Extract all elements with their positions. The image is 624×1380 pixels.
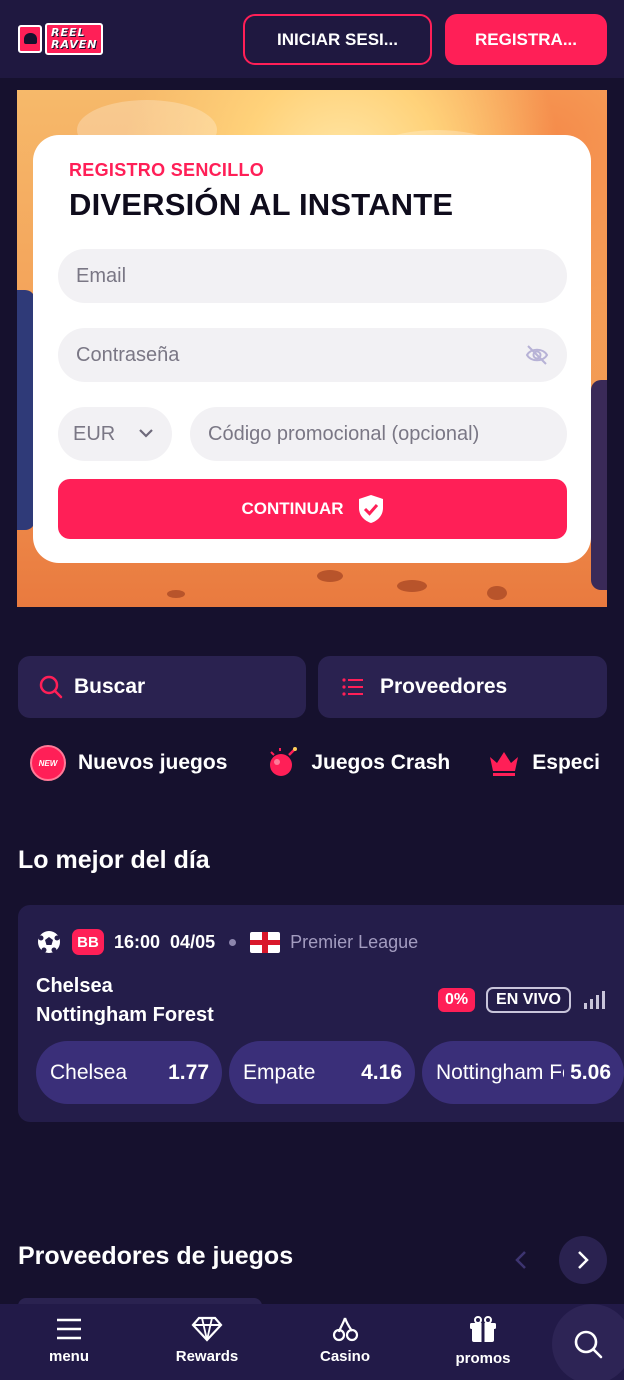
email-field[interactable]: Email	[58, 249, 567, 303]
chevron-left-icon	[515, 1251, 526, 1269]
category-strip: NEW Nuevos juegos Juegos Crash Especi	[30, 740, 624, 786]
eye-off-icon[interactable]	[525, 344, 549, 366]
new-badge-icon: NEW	[30, 745, 66, 781]
category-label: Especi	[532, 751, 600, 774]
carousel-prev-button[interactable]	[497, 1236, 545, 1284]
login-button[interactable]: INICIAR SESI...	[243, 14, 432, 65]
nav-rewards[interactable]: Rewards	[162, 1316, 252, 1376]
cherries-icon	[332, 1317, 359, 1342]
shield-check-icon	[358, 495, 383, 523]
event-card[interactable]: BB 16:00 04/05 Premier League Chelsea No…	[18, 905, 624, 1122]
providers-label: Proveedores	[380, 675, 508, 698]
odds-home-button[interactable]: Chelsea 1.77	[36, 1041, 222, 1104]
floating-search-button[interactable]	[552, 1304, 624, 1380]
odds-label: Nottingham Forest	[436, 1060, 564, 1084]
crown-icon	[490, 752, 519, 776]
england-flag-icon	[250, 931, 281, 953]
hero-banner: REGISTRO SENCILLO DIVERSIÓN AL INSTANTE …	[17, 90, 607, 607]
live-badge: EN VIVO	[486, 987, 571, 1013]
event-league: Premier League	[290, 931, 419, 952]
email-placeholder: Email	[76, 264, 127, 287]
nav-promos-label: promos	[455, 1350, 511, 1367]
register-button[interactable]: REGISTRA...	[445, 14, 607, 65]
search-icon	[574, 1330, 603, 1359]
hamburger-menu-icon	[57, 1318, 81, 1340]
logo-wordmark: REEL RAVEN	[45, 23, 104, 55]
team-home: Chelsea	[36, 975, 113, 997]
search-button[interactable]: Buscar	[18, 656, 306, 718]
chevron-right-icon	[578, 1251, 589, 1269]
gift-icon	[470, 1316, 496, 1342]
nav-rewards-label: Rewards	[175, 1348, 239, 1365]
soccer-ball-icon	[38, 931, 60, 953]
odds-label: Empate	[243, 1060, 316, 1084]
continue-button[interactable]: CONTINUAR	[58, 479, 567, 539]
password-placeholder: Contraseña	[76, 343, 180, 366]
search-label: Buscar	[74, 675, 146, 698]
promo-code-placeholder: Código promocional (opcional)	[208, 422, 480, 445]
odds-value: 1.77	[168, 1060, 209, 1084]
hero-rock	[487, 586, 507, 600]
chevron-down-icon	[139, 429, 153, 438]
currency-select[interactable]: EUR	[58, 407, 172, 461]
logo-line-2: RAVEN	[51, 38, 98, 51]
event-meta: BB 16:00 04/05 Premier League	[36, 929, 418, 955]
odds-away-button[interactable]: Nottingham Forest 5.06	[422, 1041, 624, 1104]
odds-label: Chelsea	[50, 1060, 128, 1084]
odds-value: 4.16	[361, 1060, 402, 1084]
signal-bars-icon	[584, 991, 605, 1009]
bottom-navigation: menu Rewards Casino promos	[0, 1304, 624, 1380]
event-date: 04/05	[170, 931, 216, 952]
nav-promos[interactable]: promos	[438, 1316, 528, 1376]
hero-rock	[397, 580, 427, 592]
percent-badge: 0%	[438, 988, 475, 1012]
hero-art-right	[591, 380, 607, 590]
best-of-day-title: Lo mejor del día	[18, 846, 210, 874]
category-label: Juegos Crash	[311, 751, 451, 774]
carousel-next-button[interactable]	[559, 1236, 607, 1284]
category-crash-games[interactable]: Juegos Crash	[265, 746, 450, 780]
list-icon	[342, 678, 363, 696]
team-away: Nottingham Forest	[36, 1004, 214, 1026]
top-header: REEL RAVEN INICIAR SESI... REGISTRA...	[0, 0, 624, 78]
signup-title: DIVERSIÓN AL INSTANTE	[69, 187, 454, 222]
category-specials[interactable]: Especi	[488, 749, 600, 777]
signup-card: REGISTRO SENCILLO DIVERSIÓN AL INSTANTE …	[33, 135, 591, 563]
category-label: Nuevos juegos	[78, 751, 228, 774]
providers-section-title: Proveedores de juegos	[18, 1242, 294, 1270]
separator-dot	[229, 938, 237, 946]
nav-casino[interactable]: Casino	[300, 1316, 390, 1376]
signup-eyebrow: REGISTRO SENCILLO	[69, 160, 265, 180]
odds-draw-button[interactable]: Empate 4.16	[229, 1041, 415, 1104]
raven-logo-icon	[18, 25, 42, 53]
providers-button[interactable]: Proveedores	[318, 656, 607, 718]
nav-casino-label: Casino	[319, 1348, 370, 1365]
bet-builder-badge: BB	[72, 929, 104, 955]
promo-code-field[interactable]: Código promocional (opcional)	[190, 407, 567, 461]
category-new-games[interactable]: NEW Nuevos juegos	[30, 745, 227, 781]
reel-raven-logo[interactable]: REEL RAVEN	[18, 23, 118, 55]
search-icon	[39, 675, 63, 699]
hero-rock	[167, 590, 185, 598]
password-field[interactable]: Contraseña	[58, 328, 567, 382]
continue-label: CONTINUAR	[241, 499, 344, 518]
odds-value: 5.06	[570, 1060, 611, 1084]
hero-rock	[317, 570, 343, 582]
nav-menu-label: menu	[48, 1348, 89, 1365]
diamond-icon	[191, 1316, 223, 1342]
nav-menu[interactable]: menu	[24, 1316, 114, 1376]
currency-value: EUR	[73, 422, 116, 445]
event-time: 16:00	[114, 931, 161, 952]
crash-bomb-icon	[270, 747, 298, 776]
